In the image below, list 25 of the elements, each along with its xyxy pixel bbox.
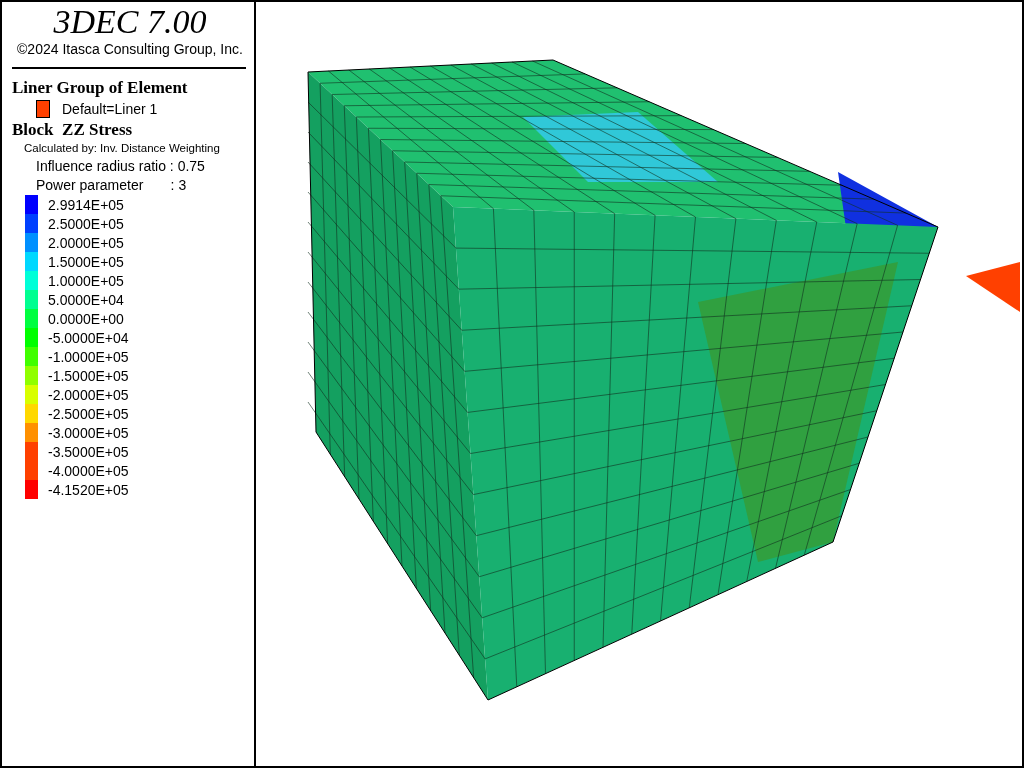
level-label: -1.0000E+05 <box>48 348 129 365</box>
level-label: 1.0000E+05 <box>48 272 124 289</box>
legend-heading: Liner Group of Element <box>12 77 189 98</box>
copyright-text: ©2024 Itasca Consulting Group, Inc. <box>16 41 244 57</box>
app-title: 3DEC 7.00 <box>52 4 208 40</box>
parameter-text: Power parameter : 3 <box>35 176 188 195</box>
level-label: -3.0000E+05 <box>48 424 129 441</box>
level-label: -5.0000E+04 <box>48 329 129 346</box>
legend-heading: Block ZZ Stress <box>12 119 134 140</box>
level-label: -2.0000E+05 <box>48 386 129 403</box>
level-label: -4.1520E+05 <box>48 481 129 498</box>
legend-label: Default=Liner 1 <box>62 100 158 117</box>
level-label: -3.5000E+05 <box>48 443 129 460</box>
level-label: -2.5000E+05 <box>48 405 129 422</box>
level-label: 5.0000E+04 <box>48 291 124 308</box>
level-label: 2.5000E+05 <box>48 215 124 232</box>
level-label: 2.9914E+05 <box>48 196 124 213</box>
level-label: 1.5000E+05 <box>48 253 124 270</box>
liner-triangle <box>966 262 1020 312</box>
method-text: Calculated by: Inv. Distance Weighting <box>23 141 221 156</box>
level-label: -1.5000E+05 <box>48 367 129 384</box>
parameter-text: Influence radius ratio : 0.75 <box>35 157 206 176</box>
level-label: 0.0000E+00 <box>48 310 124 327</box>
level-label: -4.0000E+05 <box>48 462 129 479</box>
level-label: 2.0000E+05 <box>48 234 124 251</box>
